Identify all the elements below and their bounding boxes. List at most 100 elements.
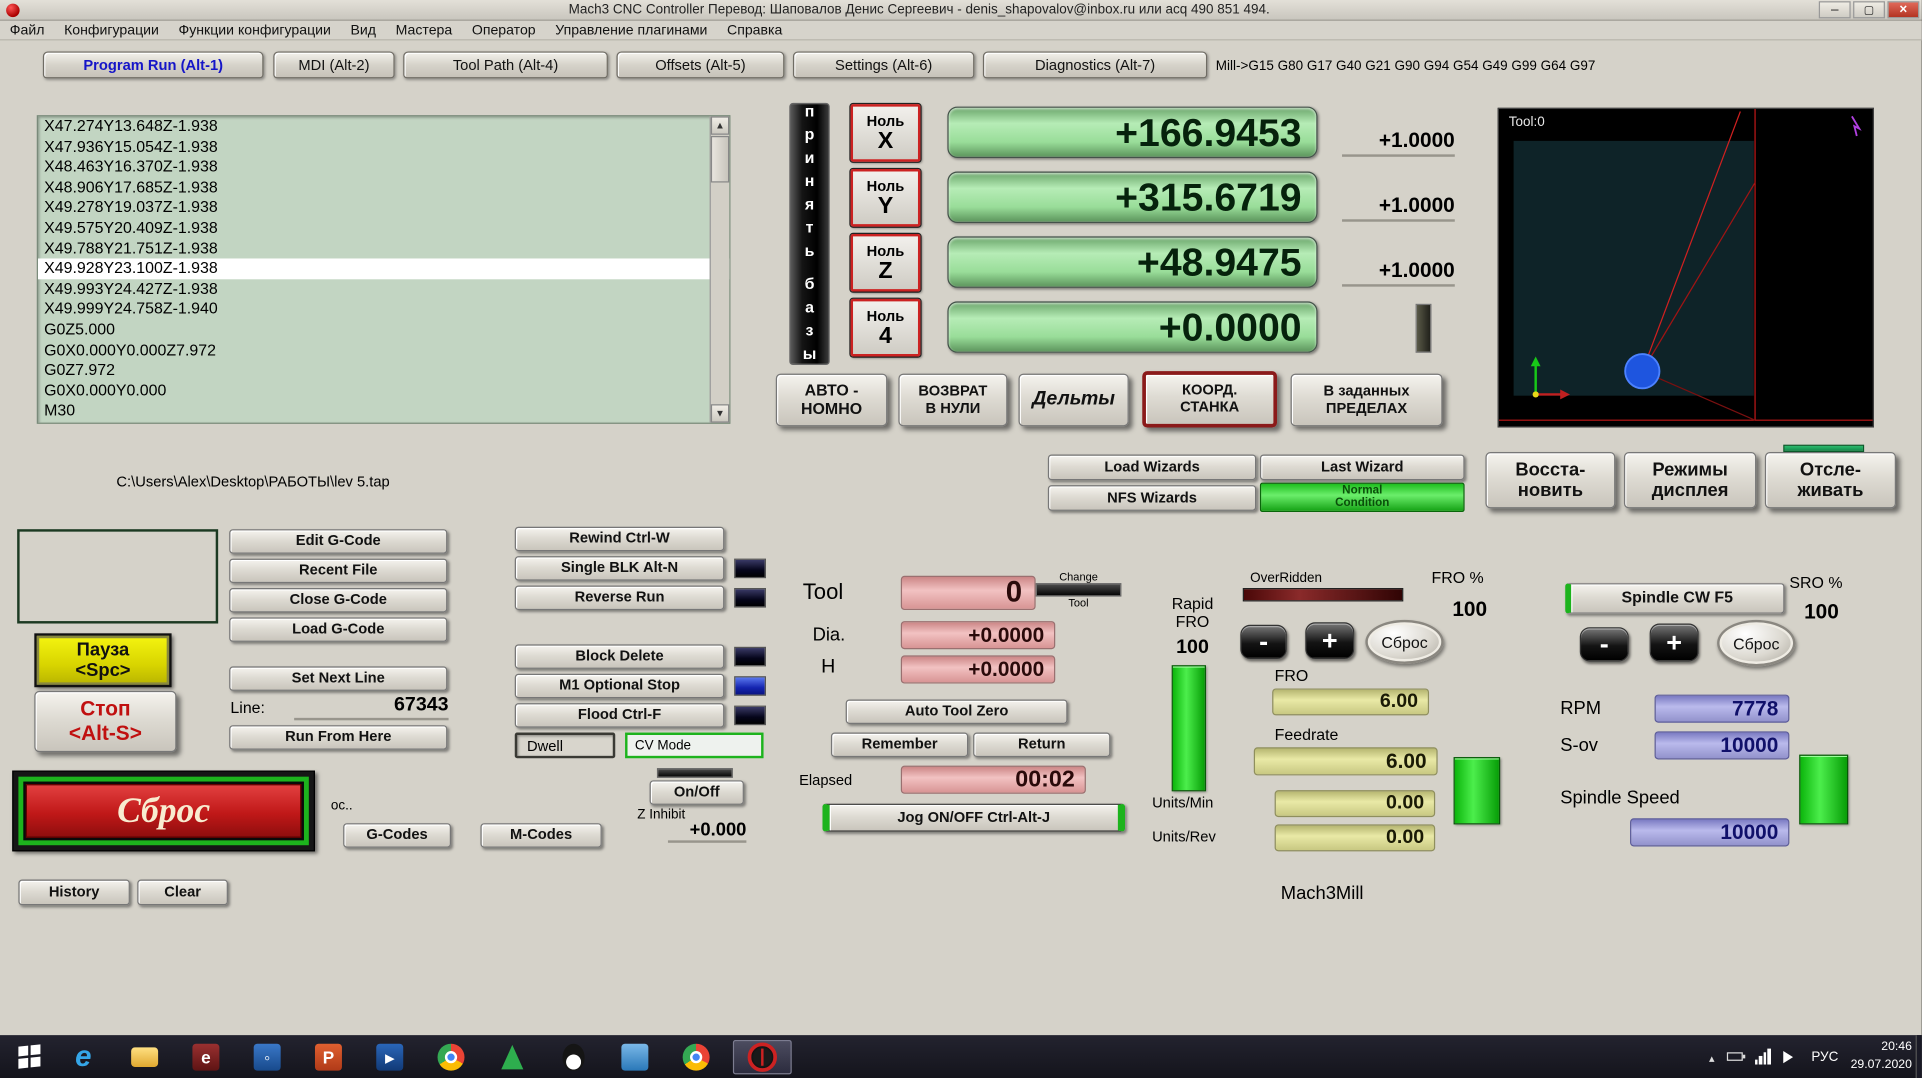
volume-icon[interactable] <box>1783 1050 1799 1063</box>
taskbar-icon-internet-explorer[interactable]: e <box>59 1040 108 1074</box>
start-button[interactable] <box>0 1035 58 1078</box>
gcode-line-current[interactable]: X49.928Y23.100Z-1.938 <box>37 258 730 279</box>
history-button[interactable]: History <box>18 879 130 906</box>
gcode-scrollbar[interactable]: ▲ ▼ <box>709 116 730 423</box>
tab-offsets[interactable]: Offsets (Alt-5) <box>616 51 785 79</box>
soft-limits-button[interactable]: В заданных ПРЕДЕЛАХ <box>1290 373 1443 427</box>
maximize-button[interactable] <box>1853 1 1885 19</box>
gcode-line[interactable]: X47.936Y15.054Z-1.938 <box>38 137 729 157</box>
zero-z-button[interactable]: Ноль Z <box>850 233 921 292</box>
goto-zeros-button[interactable]: ВОЗВРАТ В НУЛИ <box>898 373 1008 427</box>
taskbar-icon-vlc-green[interactable] <box>488 1040 537 1074</box>
jog-onoff-button[interactable]: Jog ON/OFF Ctrl-Alt-J <box>822 803 1126 832</box>
zero-x-button[interactable]: Ноль X <box>850 104 921 162</box>
taskbar-icon-app-maroon[interactable]: e <box>181 1040 230 1074</box>
fro-plus-button[interactable]: + <box>1305 622 1355 660</box>
machine-coords-button[interactable]: КООРД. СТАНКА <box>1142 371 1278 428</box>
gcode-line[interactable]: X49.788Y21.751Z-1.938 <box>38 238 729 258</box>
nfs-wizards-button[interactable]: NFS Wizards <box>1047 485 1257 511</box>
flood-button[interactable]: Flood Ctrl-F <box>514 703 725 728</box>
gcode-line[interactable]: G0X0.000Y0.000Z7.972 <box>38 340 729 360</box>
fro-minus-button[interactable]: - <box>1240 624 1287 660</box>
rapid-fro-slider[interactable] <box>1171 665 1206 792</box>
gcode-line[interactable]: G0X0.000Y0.000 <box>38 381 729 401</box>
dia-value-display[interactable]: +0.0000 <box>900 621 1056 650</box>
spindle-plus-button[interactable]: + <box>1649 623 1699 662</box>
battery-icon[interactable] <box>1726 1052 1746 1061</box>
taskbar-icon-chrome[interactable] <box>427 1040 476 1074</box>
edit-gcode-button[interactable]: Edit G-Code <box>229 529 448 554</box>
zero-y-button[interactable]: Ноль Y <box>850 169 921 227</box>
remember-button[interactable]: Remember <box>830 732 969 758</box>
menu-file[interactable]: Файл <box>0 23 54 38</box>
ref-all-home-button[interactable]: АВТО - НОМНО <box>775 373 888 427</box>
taskbar-icon-penguin[interactable] <box>549 1040 598 1074</box>
taskbar-icon-app-viewer[interactable] <box>610 1040 659 1074</box>
accept-base-button[interactable]: принять базы <box>789 101 830 367</box>
rewind-button[interactable]: Rewind Ctrl-W <box>514 526 725 552</box>
regenerate-button[interactable]: Восста- новить <box>1485 452 1616 509</box>
show-desktop-button[interactable] <box>1915 1035 1922 1078</box>
gcode-line[interactable]: X49.993Y24.427Z-1.938 <box>38 279 729 299</box>
reverse-run-button[interactable]: Reverse Run <box>514 585 725 611</box>
gcode-line[interactable]: G0Z5.000 <box>38 320 729 340</box>
gcodes-button[interactable]: G-Codes <box>343 823 452 848</box>
stop-button[interactable]: Стоп <Alt-S> <box>34 690 177 753</box>
gcode-line[interactable]: M30 <box>38 401 729 421</box>
gcode-line[interactable]: X48.906Y17.685Z-1.938 <box>38 177 729 197</box>
menu-help[interactable]: Справка <box>717 23 792 38</box>
menu-operator[interactable]: Оператор <box>462 23 545 38</box>
axis4-slider[interactable] <box>1415 303 1432 353</box>
taskbar-icon-app-network[interactable]: ◦ <box>243 1040 292 1074</box>
tab-tool-path[interactable]: Tool Path (Alt-4) <box>403 51 608 79</box>
menu-function-cfg[interactable]: Функции конфигурации <box>169 23 341 38</box>
run-from-here-button[interactable]: Run From Here <box>229 725 448 750</box>
feedrate-slider[interactable] <box>1453 757 1501 825</box>
recent-file-button[interactable]: Recent File <box>229 558 448 584</box>
line-number-field[interactable]: 67343 <box>294 693 449 721</box>
gcode-line[interactable]: X48.463Y16.370Z-1.938 <box>38 157 729 177</box>
gcode-line[interactable]: X49.278Y19.037Z-1.938 <box>38 198 729 218</box>
load-wizards-button[interactable]: Load Wizards <box>1047 454 1257 481</box>
clear-button[interactable]: Clear <box>137 879 228 906</box>
taskbar-icon-powerpoint[interactable]: P <box>304 1040 353 1074</box>
block-delete-button[interactable]: Block Delete <box>514 644 725 669</box>
h-value-display[interactable]: +0.0000 <box>900 655 1056 684</box>
toolpath-display[interactable]: Tool:0 <box>1497 107 1874 428</box>
gcode-line[interactable]: X49.575Y20.409Z-1.938 <box>38 218 729 238</box>
gcode-line[interactable]: G0Z7.972 <box>38 360 729 380</box>
menu-view[interactable]: Вид <box>341 23 386 38</box>
set-next-line-button[interactable]: Set Next Line <box>229 666 448 691</box>
spindle-toggle-button[interactable]: Spindle CW F5 <box>1565 583 1785 614</box>
tab-settings[interactable]: Settings (Alt-6) <box>792 51 975 79</box>
tray-expand-icon[interactable] <box>1709 1046 1715 1068</box>
tab-program-run[interactable]: Program Run (Alt-1) <box>42 51 264 79</box>
fro-reset-button[interactable]: Сброс <box>1365 619 1444 664</box>
fro-value-display[interactable]: 6.00 <box>1272 688 1430 716</box>
z-inhibit-value[interactable]: +0.000 <box>667 818 747 843</box>
tab-diagnostics[interactable]: Diagnostics (Alt-7) <box>982 51 1208 79</box>
tab-mdi[interactable]: MDI (Alt-2) <box>273 51 395 79</box>
clock[interactable]: 20:46 29.07.2020 <box>1851 1039 1912 1075</box>
menu-config[interactable]: Конфигурации <box>54 23 168 38</box>
scroll-down-icon[interactable]: ▼ <box>710 404 730 423</box>
scroll-up-icon[interactable]: ▲ <box>710 116 730 135</box>
spindle-reset-button[interactable]: Сброс <box>1717 619 1796 667</box>
load-gcode-button[interactable]: Load G-Code <box>229 617 448 642</box>
deltas-button[interactable]: Дельты <box>1018 373 1129 427</box>
scrollbar-thumb[interactable] <box>710 135 730 183</box>
language-indicator[interactable]: РУС <box>1811 1049 1838 1064</box>
jog-follow-button[interactable]: Отсле- живать <box>1764 452 1897 509</box>
menu-plugins[interactable]: Управление плагинами <box>545 23 717 38</box>
return-button[interactable]: Return <box>973 732 1111 758</box>
auto-tool-zero-button[interactable]: Auto Tool Zero <box>845 699 1068 724</box>
single-blk-button[interactable]: Single BLK Alt-N <box>514 556 725 581</box>
menu-wizards[interactable]: Мастера <box>386 23 462 38</box>
spindle-speed-value-display[interactable]: 10000 <box>1630 818 1790 847</box>
gcode-line[interactable]: X49.999Y24.758Z-1.940 <box>38 299 729 319</box>
gcode-list[interactable]: X47.274Y13.648Z-1.938 X47.936Y15.054Z-1.… <box>36 115 731 424</box>
spindle-minus-button[interactable]: - <box>1579 627 1629 662</box>
close-button[interactable] <box>1887 1 1920 19</box>
close-gcode-button[interactable]: Close G-Code <box>229 588 448 613</box>
network-icon[interactable] <box>1754 1048 1771 1065</box>
